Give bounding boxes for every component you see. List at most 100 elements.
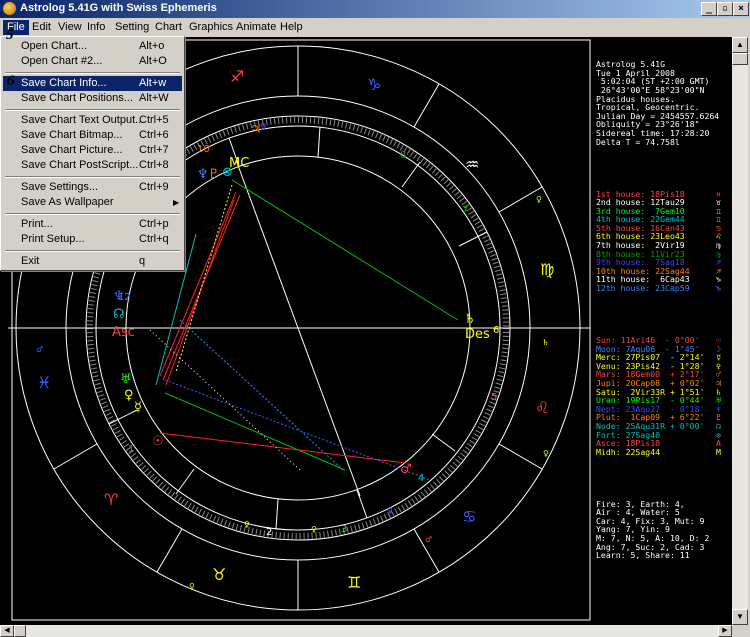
neptune-icon: ♆ <box>197 167 209 182</box>
window-title: Astrolog 5.41G with Swiss Ephemeris <box>20 2 217 14</box>
menu-save-wallpaper[interactable]: Save As Wallpaper ▶ <box>3 195 182 210</box>
summary-row: Learn: 5, Share: 11 <box>596 551 719 560</box>
node-icon: ☊ <box>113 307 125 322</box>
hscroll-thumb[interactable] <box>14 625 26 637</box>
scroll-up-button[interactable]: ▲ <box>732 37 748 53</box>
jupiter-icon: ♃ <box>250 122 262 137</box>
asc-label: Asc <box>112 325 135 340</box>
house-number: 3 <box>341 524 347 535</box>
aquarius-icon: ♒ <box>465 155 479 174</box>
mars-icon: ♂ <box>400 462 412 477</box>
app-icon[interactable] <box>3 2 16 15</box>
menu-separator <box>5 109 180 111</box>
aries-icon: ♈ <box>104 490 118 509</box>
houses-row: 12th house: 23Cap59 ♑ <box>596 283 721 294</box>
svg-text:♄: ♄ <box>542 338 549 347</box>
sagittarius-icon: ♐ <box>230 67 244 86</box>
planet-list: Sun: 11Ari46 - 0°00' ☉ Moon: 7Aqu06 - 1°45… <box>596 336 721 457</box>
file-menu: Open Chart... Alt+o Open Chart #2... Alt+O… <box>0 36 185 271</box>
house-number: 7 <box>462 205 468 216</box>
leo-icon: ♌ <box>535 398 549 417</box>
gemini-icon: ♊ <box>347 573 361 592</box>
menu-print-setup[interactable]: Print Setup... Ctrl+q <box>3 232 182 247</box>
aspect-lines <box>149 179 459 481</box>
sun-icon: ☉ <box>152 434 164 449</box>
capricorn-icon: ♑ <box>367 75 381 94</box>
pluto-icon: ♇ <box>208 167 220 182</box>
houses-text: 12th house: 23Cap59 <box>596 283 690 294</box>
scroll-down-button[interactable]: ▼ <box>732 609 748 625</box>
info-header: Astrolog 5.41G Tue 1 April 2008 5:02:04 (… <box>596 60 719 146</box>
des-label: Des <box>465 327 490 342</box>
menu-save-chart-info[interactable]: Save Chart Info... Alt+w <box>3 76 182 91</box>
menu-print[interactable]: Print... Ctrl+p <box>3 217 182 232</box>
uranus-icon: ♅ <box>120 372 132 387</box>
house-number: 4 <box>418 473 424 484</box>
menu-separator <box>5 72 180 74</box>
menu-bar: File Edit View Info Setting Chart Graphi… <box>0 18 750 36</box>
house-number: 1 <box>128 444 134 455</box>
menu-save-settings[interactable]: Save Settings... Ctrl+9 <box>3 180 182 195</box>
menu-save-chart-positions[interactable]: Save Chart Positions... Alt+W <box>3 91 182 106</box>
scroll-left-button[interactable]: ◀ <box>0 625 14 637</box>
house-number: 2 <box>266 527 272 538</box>
menu-save-text-output[interactable]: Save Chart Text Output... Ctrl+5 <box>3 113 182 128</box>
scroll-right-button[interactable]: ▶ <box>718 625 732 637</box>
svg-text:♀: ♀ <box>311 525 317 534</box>
house-number: 10 <box>197 144 210 155</box>
maximize-button[interactable]: ▫ <box>717 2 733 16</box>
planets-symbol-icon: M <box>716 446 721 457</box>
menu-edit[interactable]: Edit <box>28 20 55 35</box>
menu-separator <box>5 213 180 215</box>
house-number: 8 <box>400 150 406 161</box>
fortune-icon: ⊗ <box>222 165 233 180</box>
venus-icon: ♀ <box>124 388 134 403</box>
chart-info-panel: Astrolog 5.41G Tue 1 April 2008 5:02:04 (… <box>596 43 721 568</box>
summary-text: Learn: 5, Share: 11 <box>596 550 690 561</box>
menu-save-picture[interactable]: Save Chart Picture... Ctrl+7 <box>3 143 182 158</box>
menu-separator <box>5 250 180 252</box>
menu-separator <box>5 176 180 178</box>
neptune-outer-icon: ♆ <box>113 289 125 304</box>
taurus-icon: ♉ <box>212 565 226 584</box>
virgo-icon: ♍ <box>540 260 554 279</box>
house-list: 1st house: 18Pis18 ♓ 2nd house: 12Tau29 ♉ 3r… <box>596 189 721 294</box>
menu-save-postscript[interactable]: Save Chart PostScript... Ctrl+8 <box>3 158 182 173</box>
menu-open-chart-2[interactable]: Open Chart #2... Alt+O <box>3 54 182 69</box>
step-label-6: 6 <box>7 73 15 89</box>
menu-save-bitmap[interactable]: Save Chart Bitmap... Ctrl+6 <box>3 128 182 143</box>
houses-symbol-icon: ♑ <box>716 283 721 294</box>
menu-open-chart[interactable]: Open Chart... Alt+o <box>3 39 182 54</box>
svg-text:♀: ♀ <box>189 582 195 591</box>
menu-graphics[interactable]: Graphics <box>185 20 237 35</box>
horizontal-scrollbar[interactable]: ◀ ▶ <box>0 625 732 637</box>
submenu-arrow-icon: ▶ <box>173 198 180 207</box>
svg-text:♂: ♂ <box>36 345 43 354</box>
menu-info[interactable]: Info <box>83 20 109 35</box>
svg-text:♂: ♂ <box>425 535 432 544</box>
menu-help[interactable]: Help <box>276 20 307 35</box>
minimize-button[interactable]: _ <box>701 2 717 16</box>
menu-view[interactable]: View <box>54 20 86 35</box>
svg-text:♀: ♀ <box>244 520 250 529</box>
info-header-row: Delta T = 74.758l <box>596 136 719 147</box>
saturn-icon: ♄ <box>464 312 476 327</box>
scroll-thumb[interactable] <box>732 53 748 65</box>
cancer-icon: ♋ <box>462 507 476 526</box>
mercury-icon: ☿ <box>134 400 142 415</box>
menu-chart[interactable]: Chart <box>151 20 186 35</box>
info-header-text: Delta T = 74.758l <box>596 136 680 147</box>
svg-text:♀: ♀ <box>387 506 393 515</box>
pisces-icon: ♓ <box>37 373 51 392</box>
menu-animate[interactable]: Animate <box>232 20 280 35</box>
menu-exit[interactable]: Exit q <box>3 254 182 269</box>
close-button[interactable]: × <box>733 2 749 16</box>
svg-text:♀: ♀ <box>536 195 542 204</box>
vertical-scrollbar[interactable]: ▲ ▼ <box>732 37 748 625</box>
house-number: 6 <box>493 325 499 336</box>
menu-setting[interactable]: Setting <box>111 20 153 35</box>
element-summary: Fire: 3, Earth: 4, Air : 4, Water: 5 Car: … <box>596 499 719 560</box>
planets-row: Midh: 22Sag44 M <box>596 446 721 457</box>
planets-text: Midh: 22Sag44 <box>596 446 661 457</box>
title-bar: Astrolog 5.41G with Swiss Ephemeris _ ▫ … <box>0 0 750 18</box>
